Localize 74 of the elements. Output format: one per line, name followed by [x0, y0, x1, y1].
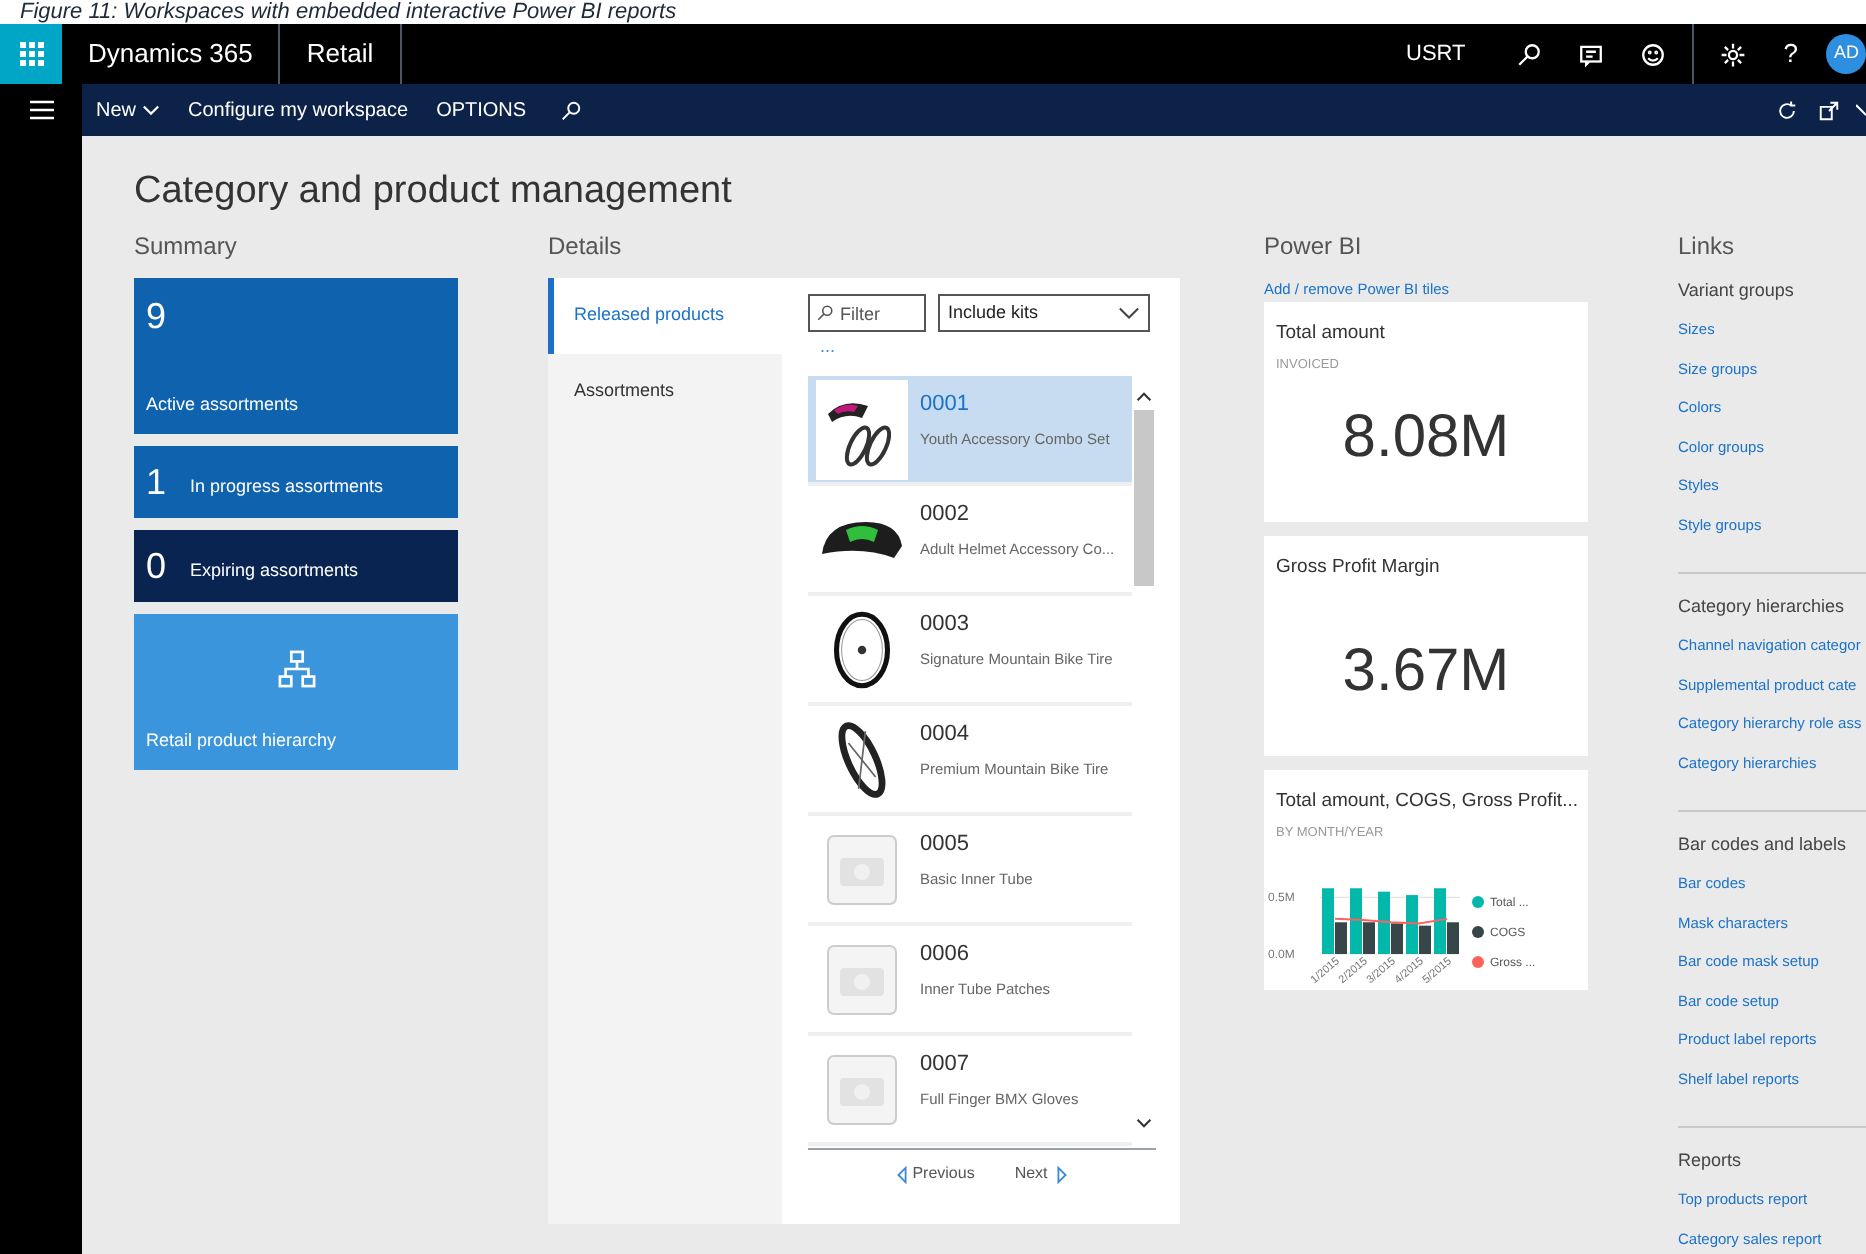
search-icon[interactable]: [560, 99, 583, 121]
summary-tile[interactable]: 0 Expiring assortments: [134, 530, 458, 602]
caret-icon: [142, 104, 161, 116]
section-heading: Links: [1678, 230, 1737, 264]
image-placeholder-icon: [826, 943, 898, 1015]
product-number: 0004: [920, 720, 971, 751]
product-number: 0006: [920, 940, 971, 971]
tile-count: 9: [146, 294, 169, 340]
section-heading: Power BI: [1264, 230, 1364, 264]
waffle-icon: [19, 42, 43, 66]
tile-label: Active assortments: [146, 391, 301, 417]
page-title: Category and product management: [134, 168, 734, 216]
more-button[interactable]: ...: [820, 332, 836, 376]
summary-tile[interactable]: 9 Active assortments: [134, 278, 458, 434]
close-icon[interactable]: [1856, 100, 1866, 120]
group-heading: Variant groups: [1678, 278, 1796, 304]
details-tab[interactable]: Released products: [548, 278, 782, 354]
power-bi-tile[interactable]: Gross Profit Margin 3.67M: [1264, 536, 1588, 757]
scroll-up-icon[interactable]: [1136, 392, 1152, 402]
scroll-thumb[interactable]: [1134, 410, 1154, 586]
app-launcher-button[interactable]: [0, 24, 62, 84]
action-button[interactable]: OPTIONS: [436, 95, 527, 125]
product-number: 0005: [920, 830, 971, 861]
image-placeholder-icon: [826, 833, 898, 905]
kits-dropdown[interactable]: Include kits: [938, 294, 1150, 332]
chevron-down-icon: [1118, 306, 1140, 320]
tile-title: Gross Profit Margin: [1276, 554, 1442, 583]
tile-title: Total amount, COGS, Gross Profit...: [1276, 788, 1576, 817]
product-number: 0002: [920, 500, 971, 531]
smiley-icon[interactable]: [1639, 41, 1666, 67]
user-avatar[interactable]: AD: [1826, 34, 1866, 74]
hierarchy-icon: [277, 650, 315, 688]
legend-dot: [1472, 956, 1484, 969]
triangle-left-icon: [896, 1165, 909, 1183]
action-button[interactable]: Configure my workspace: [188, 95, 409, 125]
kpi-value: 3.67M: [1342, 636, 1510, 709]
kpi-value: 8.08M: [1342, 402, 1510, 475]
search-icon: [816, 304, 834, 322]
tile-count: 0: [146, 543, 167, 589]
tile-label: Retail product hierarchy: [146, 727, 337, 754]
company-picker[interactable]: USRT: [1406, 37, 1466, 71]
message-icon[interactable]: [1577, 41, 1604, 67]
settings-icon[interactable]: [1719, 41, 1746, 67]
legend-dot: [1472, 926, 1484, 939]
group-heading: Bar codes and labels: [1678, 832, 1849, 858]
tile-label: In progress assortments: [190, 474, 384, 501]
refresh-icon[interactable]: [1776, 99, 1798, 121]
product-number: 0003: [920, 610, 971, 641]
scroll-down-icon[interactable]: [1136, 1118, 1152, 1128]
summary-tile[interactable]: Retail product hierarchy: [134, 614, 458, 770]
tile-title: Total amount: [1276, 320, 1387, 349]
tile-count: 1: [146, 459, 167, 505]
product-number: 0007: [920, 1050, 971, 1081]
action-button[interactable]: New: [96, 95, 161, 125]
chart-line: [1334, 918, 1448, 925]
triangle-right-icon: [1055, 1165, 1068, 1183]
details-tab[interactable]: Assortments: [548, 354, 782, 430]
search-icon[interactable]: [1515, 41, 1542, 67]
product-number: 0001: [920, 390, 971, 421]
section-heading: Summary: [134, 230, 239, 264]
image-placeholder-icon: [826, 1053, 898, 1125]
menu-icon[interactable]: [29, 100, 53, 120]
previous-button[interactable]: Previous: [896, 1162, 975, 1186]
popout-icon[interactable]: [1818, 99, 1840, 121]
figure-caption: Figure 11: Workspaces with embedded interactive Power BI reports: [18, 0, 679, 24]
help-button[interactable]: ?: [1783, 34, 1798, 74]
section-heading: Details: [548, 230, 624, 264]
summary-tile[interactable]: 1 In progress assortments: [134, 446, 458, 518]
legend-dot: [1472, 896, 1484, 909]
tile-label: Expiring assortments: [190, 558, 359, 585]
group-heading: Reports: [1678, 1148, 1744, 1174]
group-heading: Category hierarchies: [1678, 594, 1847, 620]
next-button[interactable]: Next: [1014, 1162, 1068, 1186]
filter-field[interactable]: Filter: [808, 294, 926, 332]
